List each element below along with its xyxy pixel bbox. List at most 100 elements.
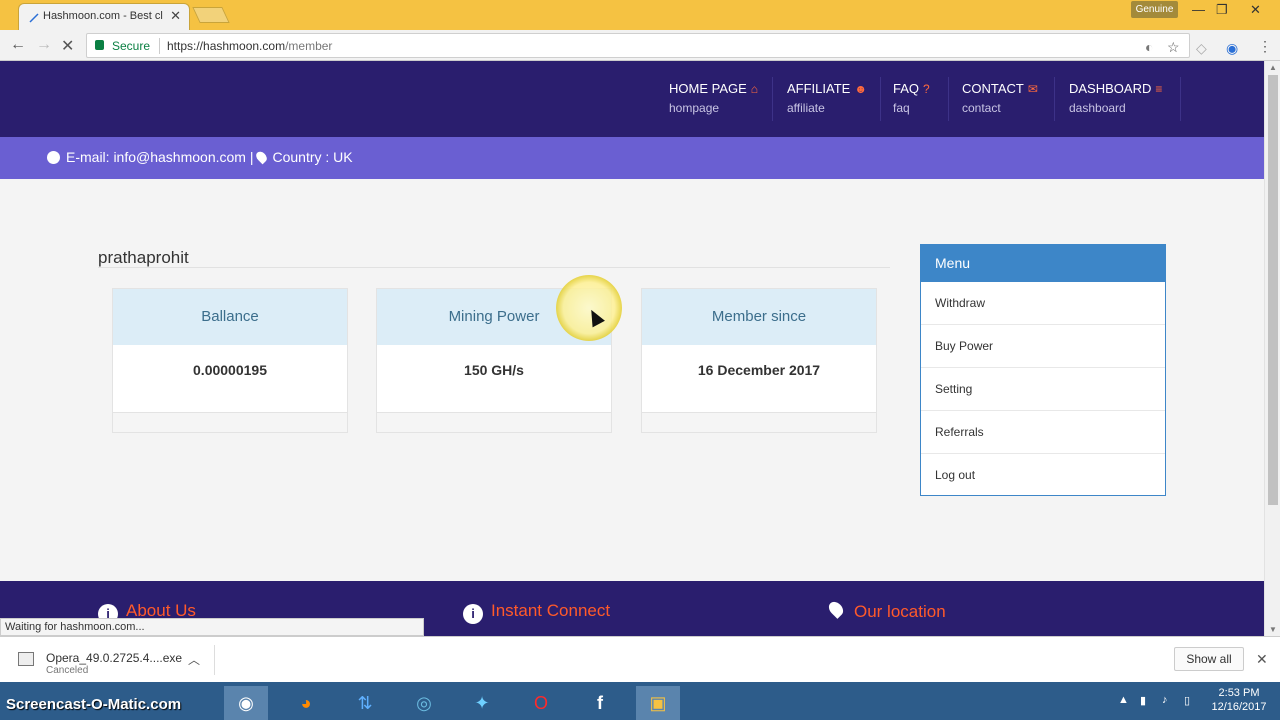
network-icon[interactable]: ▮ bbox=[1140, 694, 1146, 707]
tab-close-icon[interactable]: ✕ bbox=[170, 8, 181, 24]
nav-divider bbox=[948, 77, 949, 121]
taskbar-clock[interactable]: 2:53 PM 12/16/2017 bbox=[1204, 686, 1274, 714]
genuine-badge: Genuine bbox=[1131, 1, 1178, 18]
file-icon bbox=[18, 652, 34, 666]
users-icon: ☻ bbox=[854, 82, 867, 96]
recorder-watermark: Screencast-O-Matic.com bbox=[6, 696, 182, 713]
member-since-card-title: Member since bbox=[642, 289, 876, 345]
menu-item-withdraw[interactable]: Withdraw bbox=[921, 282, 1165, 325]
home-icon: ⌂ bbox=[750, 82, 759, 96]
scroll-up-icon[interactable]: ▲ bbox=[1269, 63, 1277, 72]
nav-contact[interactable]: CONTACT ✉ contact bbox=[962, 81, 1038, 121]
extension-icon[interactable]: ◇ bbox=[1196, 40, 1207, 57]
url-path: /member bbox=[285, 39, 333, 53]
windows-taskbar: Screencast-O-Matic.com ◉ ◕ ⇅ ◎ ✦ O f ▣ ▲… bbox=[0, 682, 1280, 720]
chrome-app-icon[interactable]: ◉ bbox=[224, 686, 268, 720]
nav-dashboard[interactable]: DASHBOARD ≡ dashboard bbox=[1069, 81, 1162, 121]
username-heading: prathaprohit bbox=[98, 248, 189, 267]
nav-divider bbox=[772, 77, 773, 121]
url-host: https://hashmoon.com bbox=[167, 39, 286, 53]
secure-label: Secure bbox=[112, 39, 151, 53]
facebook-app-icon[interactable]: f bbox=[578, 686, 622, 720]
utility-app-icon[interactable]: ◎ bbox=[402, 686, 446, 720]
menu-item-buy-power[interactable]: Buy Power bbox=[921, 325, 1165, 368]
recorder-app-icon[interactable]: ▣ bbox=[636, 686, 680, 720]
new-tab-button[interactable] bbox=[192, 7, 230, 23]
nav-affiliate-label: AFFILIATE bbox=[787, 81, 851, 96]
menu-title: Menu bbox=[921, 245, 1165, 282]
member-since-card: Member since 16 December 2017 bbox=[641, 288, 877, 433]
username-divider bbox=[98, 267, 890, 268]
scrollbar-thumb[interactable] bbox=[1268, 75, 1278, 505]
address-bar[interactable]: Secure https://hashmoon.com/member ◐ ☆ bbox=[86, 33, 1190, 58]
nav-divider bbox=[1180, 77, 1181, 121]
chrome-menu-icon[interactable]: ⋮ bbox=[1258, 38, 1272, 55]
restore-icon[interactable]: ❐ bbox=[1216, 2, 1228, 18]
window-close-icon[interactable]: ✕ bbox=[1250, 2, 1261, 18]
transfer-app-icon[interactable]: ⇅ bbox=[343, 686, 387, 720]
downloads-bar: Opera_49.0.2725.4....exe Canceled ︿ Show… bbox=[0, 636, 1280, 682]
browser-toolbar: ← → ✕ Secure https://hashmoon.com/member… bbox=[0, 30, 1280, 61]
footer-location: Our location bbox=[826, 599, 946, 622]
nav-faq-label: FAQ bbox=[893, 81, 920, 96]
member-since-value: 16 December 2017 bbox=[697, 362, 821, 378]
nav-home[interactable]: HOME PAGE ⌂ hompage bbox=[669, 81, 758, 121]
menu-item-log-out[interactable]: Log out bbox=[921, 454, 1165, 497]
download-file-name[interactable]: Opera_49.0.2725.4....exe bbox=[46, 651, 182, 665]
back-icon[interactable]: ← bbox=[10, 36, 26, 54]
firefox-app-icon[interactable]: ◕ bbox=[284, 686, 328, 720]
menu-item-referrals[interactable]: Referrals bbox=[921, 411, 1165, 454]
footer-connect-label: Instant Connect bbox=[491, 601, 611, 620]
blocked-icon[interactable]: ◐ bbox=[1145, 39, 1153, 55]
cursor-highlight bbox=[556, 275, 622, 341]
contact-infobar: E-mail: info@hashmoon.com | Country : UK bbox=[0, 137, 1264, 179]
country-text: Country : UK bbox=[272, 149, 353, 165]
lock-icon bbox=[95, 40, 104, 50]
email-text: E-mail: info@hashmoon.com | bbox=[66, 149, 254, 165]
profile-icon[interactable]: ◉ bbox=[1226, 40, 1238, 57]
clock-date: 12/16/2017 bbox=[1211, 701, 1267, 713]
page-viewport: HOME PAGE ⌂ hompage AFFILIATE ☻ affiliate … bbox=[0, 61, 1264, 636]
bookmark-star-icon[interactable]: ☆ bbox=[1167, 39, 1180, 56]
nav-divider bbox=[1054, 77, 1055, 121]
download-divider bbox=[214, 645, 215, 675]
nav-divider bbox=[880, 77, 881, 121]
close-icon[interactable]: ✕ bbox=[1256, 651, 1268, 668]
map-pin-icon bbox=[826, 599, 846, 619]
nav-faq-sub: faq bbox=[893, 101, 910, 115]
tray-arrow-icon[interactable]: ▲ bbox=[1118, 694, 1129, 706]
page-scrollbar[interactable]: ▲ ▼ bbox=[1264, 61, 1280, 636]
member-menu: Menu Withdraw Buy Power Setting Referral… bbox=[920, 244, 1166, 496]
download-status: Canceled bbox=[46, 665, 89, 676]
balance-value: 0.00000195 bbox=[193, 362, 267, 378]
nav-affiliate-sub: affiliate bbox=[787, 101, 825, 115]
bars-icon: ≡ bbox=[1155, 82, 1163, 96]
balance-card-title: Ballance bbox=[113, 289, 347, 345]
nav-faq[interactable]: FAQ? faq bbox=[893, 81, 930, 121]
browser-tab[interactable]: Hashmoon.com - Best cl ✕ bbox=[18, 3, 190, 30]
menu-item-setting[interactable]: Setting bbox=[921, 368, 1165, 411]
nav-dashboard-sub: dashboard bbox=[1069, 101, 1126, 115]
chevron-up-icon[interactable]: ︿ bbox=[188, 651, 200, 668]
address-separator bbox=[159, 38, 160, 54]
opera-app-icon[interactable]: O bbox=[519, 686, 563, 720]
forward-icon[interactable]: → bbox=[36, 36, 52, 54]
footer-location-label: Our location bbox=[854, 602, 946, 621]
nav-affiliate[interactable]: AFFILIATE ☻ affiliate bbox=[787, 81, 867, 121]
loading-icon bbox=[29, 13, 39, 23]
footer-connect: i Instant Connect bbox=[463, 601, 610, 624]
bird-app-icon[interactable]: ✦ bbox=[460, 686, 504, 720]
browser-status-bar: Waiting for hashmoon.com... bbox=[0, 618, 424, 636]
stop-icon[interactable]: ✕ bbox=[61, 36, 74, 56]
map-pin-icon bbox=[254, 149, 270, 165]
scroll-down-icon[interactable]: ▼ bbox=[1269, 625, 1277, 634]
card-footer bbox=[642, 412, 876, 432]
card-footer bbox=[377, 412, 611, 432]
show-all-button[interactable]: Show all bbox=[1174, 647, 1244, 671]
tab-title: Hashmoon.com - Best cl bbox=[43, 10, 163, 22]
minimize-icon[interactable]: — bbox=[1192, 2, 1205, 17]
battery-icon[interactable]: ▯ bbox=[1184, 694, 1190, 707]
url-text: https://hashmoon.com/member bbox=[167, 39, 332, 53]
nav-contact-label: CONTACT bbox=[962, 81, 1024, 96]
speaker-icon[interactable]: ♪ bbox=[1162, 694, 1168, 706]
